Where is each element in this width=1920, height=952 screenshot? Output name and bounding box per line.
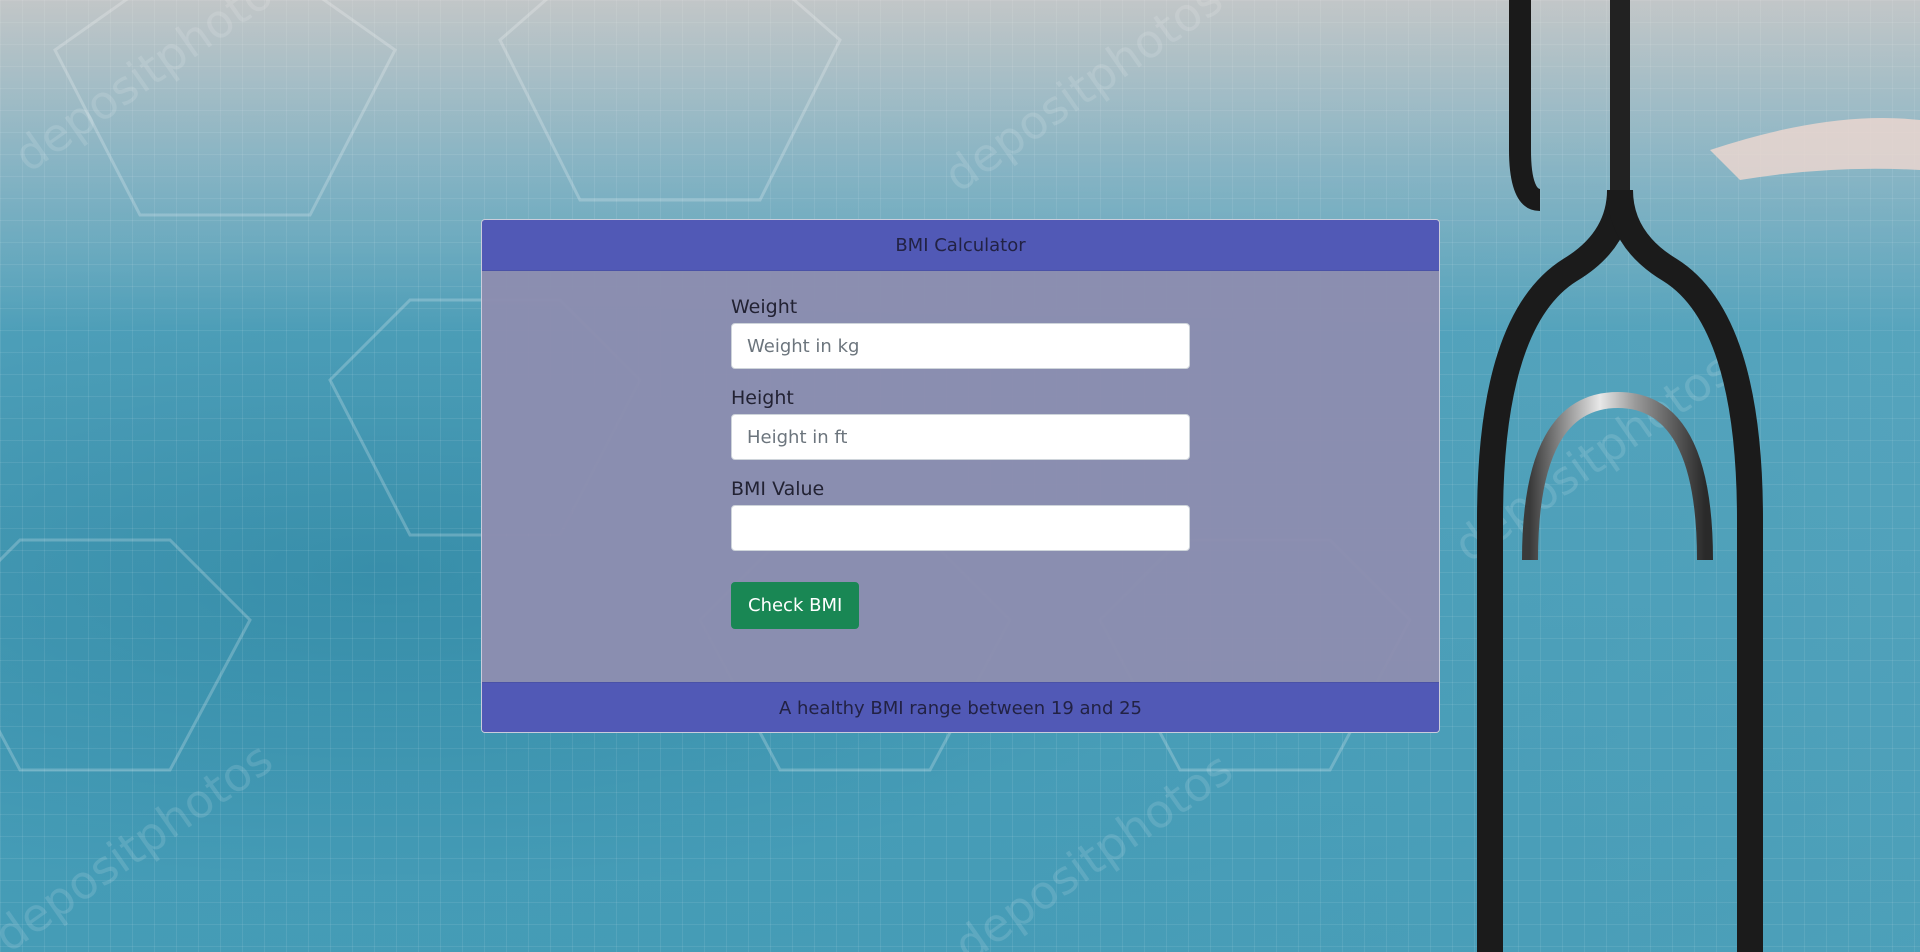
height-label: Height <box>731 387 794 409</box>
card-title: BMI Calculator <box>895 234 1026 256</box>
stethoscope-image <box>1477 0 1920 952</box>
weight-label: Weight <box>731 296 798 318</box>
weight-input[interactable] <box>731 323 1190 369</box>
weight-group: Weight <box>731 295 1190 369</box>
healthy-range-text: A healthy BMI range between 19 and 25 <box>778 697 1143 719</box>
check-bmi-button[interactable]: Check BMI <box>731 582 860 629</box>
height-group: Height <box>731 386 1190 460</box>
bmi-value-input[interactable] <box>731 505 1190 551</box>
card-footer: A healthy BMI range between 19 and 25 <box>482 682 1439 732</box>
card-header: BMI Calculator <box>482 220 1439 271</box>
bmi-label: BMI Value <box>731 478 825 500</box>
bmi-group: BMI Value <box>731 477 1190 551</box>
bmi-card: BMI Calculator Weight Height BMI Value C… <box>481 219 1440 733</box>
height-input[interactable] <box>731 414 1190 460</box>
bmi-form: Weight Height BMI Value Check BMI <box>731 295 1190 629</box>
card-body: Weight Height BMI Value Check BMI <box>482 271 1439 682</box>
